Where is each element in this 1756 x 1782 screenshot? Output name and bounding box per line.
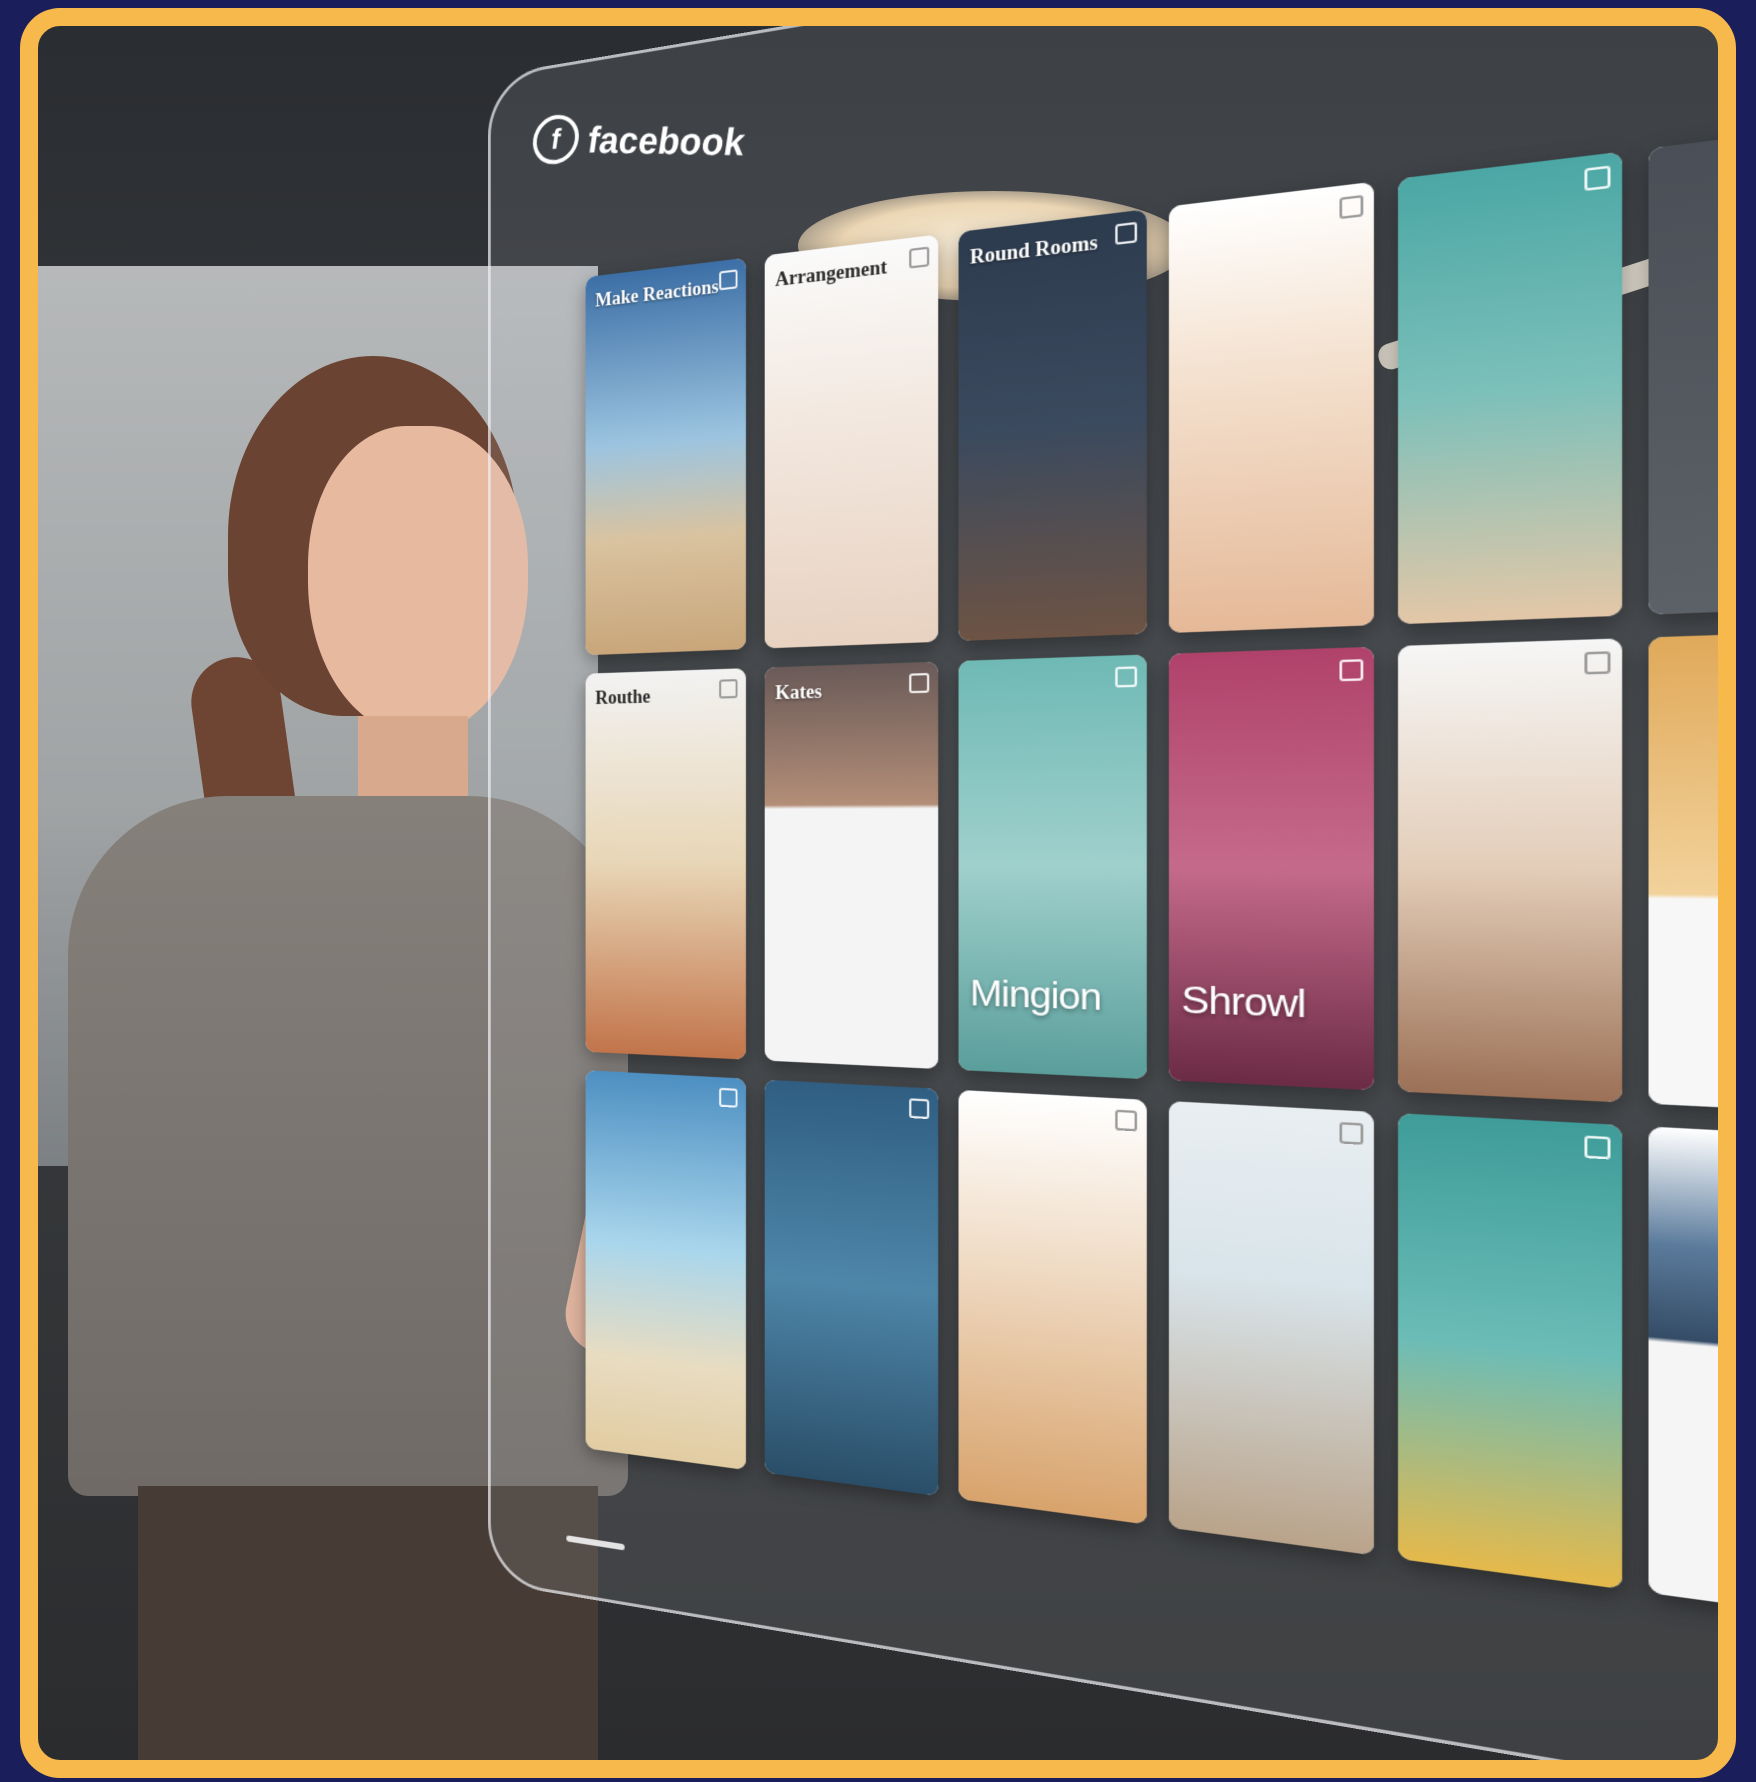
card-menu-icon[interactable] — [1339, 194, 1364, 220]
post-card[interactable]: Kates — [764, 661, 939, 1070]
post-card[interactable] — [1648, 629, 1718, 1116]
post-card[interactable] — [1168, 1101, 1374, 1556]
card-menu-icon[interactable] — [909, 246, 930, 269]
post-card[interactable] — [764, 1079, 939, 1497]
post-image — [764, 661, 939, 1070]
post-image — [1398, 1113, 1623, 1590]
post-image — [1398, 638, 1623, 1103]
post-image — [1648, 118, 1718, 615]
post-card[interactable]: Arrangement — [764, 234, 939, 649]
card-menu-icon[interactable] — [1115, 1109, 1138, 1132]
post-image — [764, 234, 939, 649]
post-image — [1168, 181, 1374, 634]
post-card[interactable]: Mingion — [958, 654, 1147, 1080]
post-image — [1648, 1126, 1718, 1627]
image-frame: f facebook Make Reactions Arrangement Roun… — [20, 8, 1736, 1778]
panel-handle[interactable] — [566, 1535, 625, 1551]
post-card[interactable]: Routhe — [585, 668, 746, 1060]
post-image — [1168, 1101, 1374, 1556]
post-image — [585, 668, 746, 1060]
brand[interactable]: f facebook — [529, 114, 749, 168]
post-card[interactable]: Shrowl — [1168, 646, 1374, 1091]
post-card[interactable] — [1648, 1126, 1718, 1627]
post-grid: Make Reactions Arrangement Round Rooms Rout… — [585, 118, 1718, 1627]
post-card[interactable] — [1398, 638, 1623, 1103]
card-menu-icon[interactable] — [719, 269, 738, 291]
post-overlay-text: Shrowl — [1181, 978, 1306, 1027]
post-overlay-text: Mingion — [969, 971, 1101, 1019]
card-menu-icon[interactable] — [1339, 659, 1364, 682]
card-menu-icon[interactable] — [909, 672, 930, 694]
post-card[interactable] — [1648, 118, 1718, 615]
post-card[interactable] — [1168, 181, 1374, 634]
card-menu-icon[interactable] — [1115, 221, 1138, 245]
holographic-panel[interactable]: f facebook Make Reactions Arrangement Roun… — [488, 26, 1718, 1760]
card-menu-icon[interactable] — [719, 1087, 738, 1108]
post-image — [1398, 151, 1623, 625]
card-menu-icon[interactable] — [1584, 1135, 1611, 1160]
post-image — [585, 257, 746, 656]
post-card[interactable]: Make Reactions — [585, 257, 746, 656]
post-card[interactable] — [958, 1089, 1147, 1525]
post-image — [585, 1070, 746, 1471]
brand-name: facebook — [585, 118, 749, 164]
card-menu-icon[interactable] — [1115, 666, 1138, 688]
post-image — [1648, 629, 1718, 1116]
post-title: Kates — [775, 680, 822, 704]
post-card[interactable] — [1398, 151, 1623, 625]
card-menu-icon[interactable] — [909, 1098, 930, 1120]
post-title: Routhe — [595, 685, 651, 709]
post-image — [958, 209, 1147, 642]
card-menu-icon[interactable] — [1584, 651, 1611, 675]
post-card[interactable] — [585, 1070, 746, 1471]
post-card[interactable]: Round Rooms — [958, 209, 1147, 642]
post-image — [764, 1079, 939, 1497]
card-menu-icon[interactable] — [1584, 165, 1611, 191]
post-card[interactable] — [1398, 1113, 1623, 1590]
card-menu-icon[interactable] — [719, 679, 738, 699]
office-scene: f facebook Make Reactions Arrangement Roun… — [38, 26, 1718, 1760]
facebook-logo-icon: f — [529, 114, 583, 165]
post-image — [958, 1089, 1147, 1525]
card-menu-icon[interactable] — [1339, 1122, 1364, 1145]
